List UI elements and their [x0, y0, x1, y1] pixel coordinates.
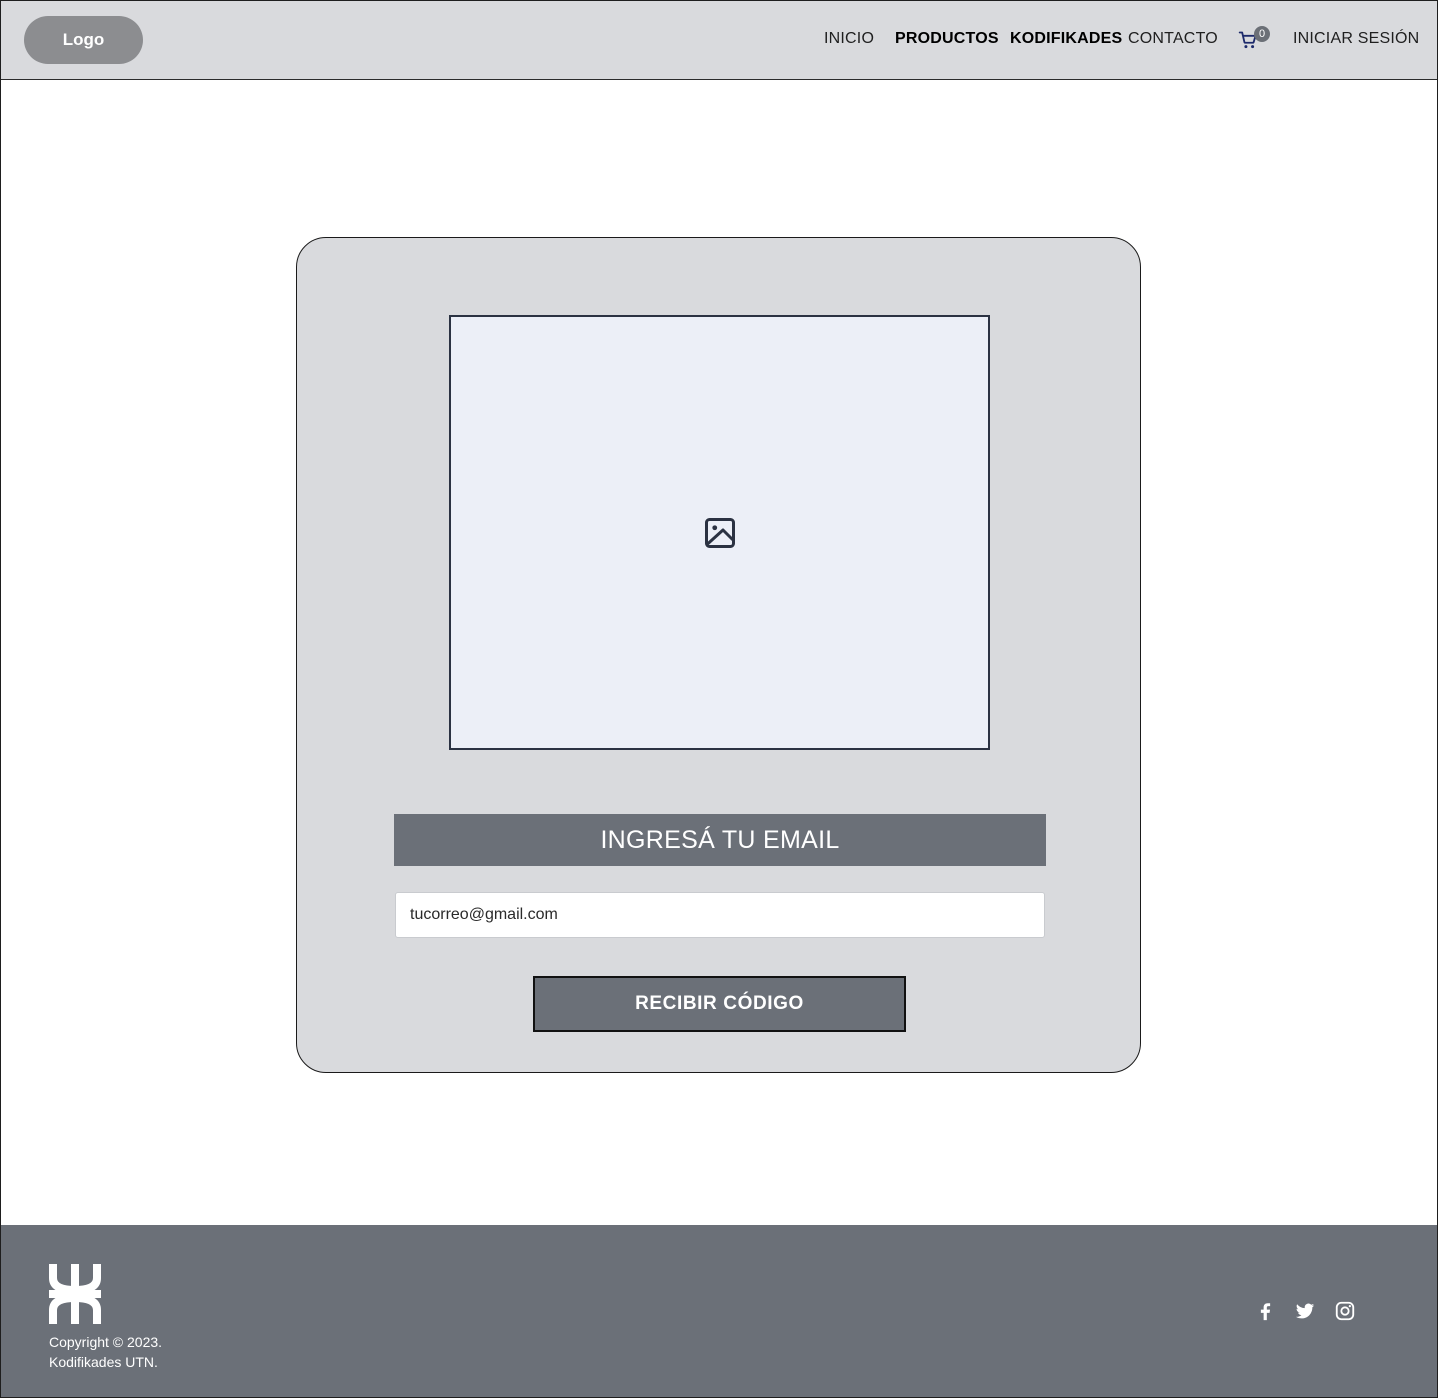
image-placeholder-icon [704, 517, 735, 548]
facebook-icon[interactable] [1254, 1300, 1276, 1322]
receive-code-button[interactable]: RECIBIR CÓDIGO [533, 976, 906, 1032]
copyright-line-1: Copyright © 2023. [49, 1334, 163, 1350]
utn-logo-icon [49, 1264, 101, 1324]
email-title: INGRESÁ TU EMAIL [394, 814, 1046, 866]
twitter-icon[interactable] [1294, 1300, 1316, 1322]
nav-productos[interactable]: PRODUCTOS [895, 29, 999, 49]
nav-contacto[interactable]: CONTACTO [1128, 29, 1218, 49]
cart-count-badge: 0 [1254, 26, 1270, 42]
nav-kodifikades[interactable]: KODIFIKADES [1010, 29, 1122, 49]
top-navbar: Logo INICIO PRODUCTOS KODIFIKADES CONTAC… [0, 0, 1438, 80]
instagram-icon[interactable] [1334, 1300, 1356, 1322]
logo[interactable]: Logo [24, 16, 143, 64]
nav-inicio[interactable]: INICIO [824, 29, 874, 49]
copyright: Copyright © 2023. Kodifikades UTN. [49, 1332, 162, 1372]
copyright-line-2: Kodifikades UTN. [49, 1354, 158, 1370]
cart-button[interactable]: 0 [1238, 26, 1274, 52]
image-placeholder [449, 315, 990, 750]
email-input[interactable] [395, 892, 1045, 938]
email-card: INGRESÁ TU EMAIL RECIBIR CÓDIGO [296, 237, 1141, 1073]
login-link[interactable]: INICIAR SESIÓN [1293, 29, 1419, 49]
footer: Copyright © 2023. Kodifikades UTN. [0, 1225, 1438, 1398]
